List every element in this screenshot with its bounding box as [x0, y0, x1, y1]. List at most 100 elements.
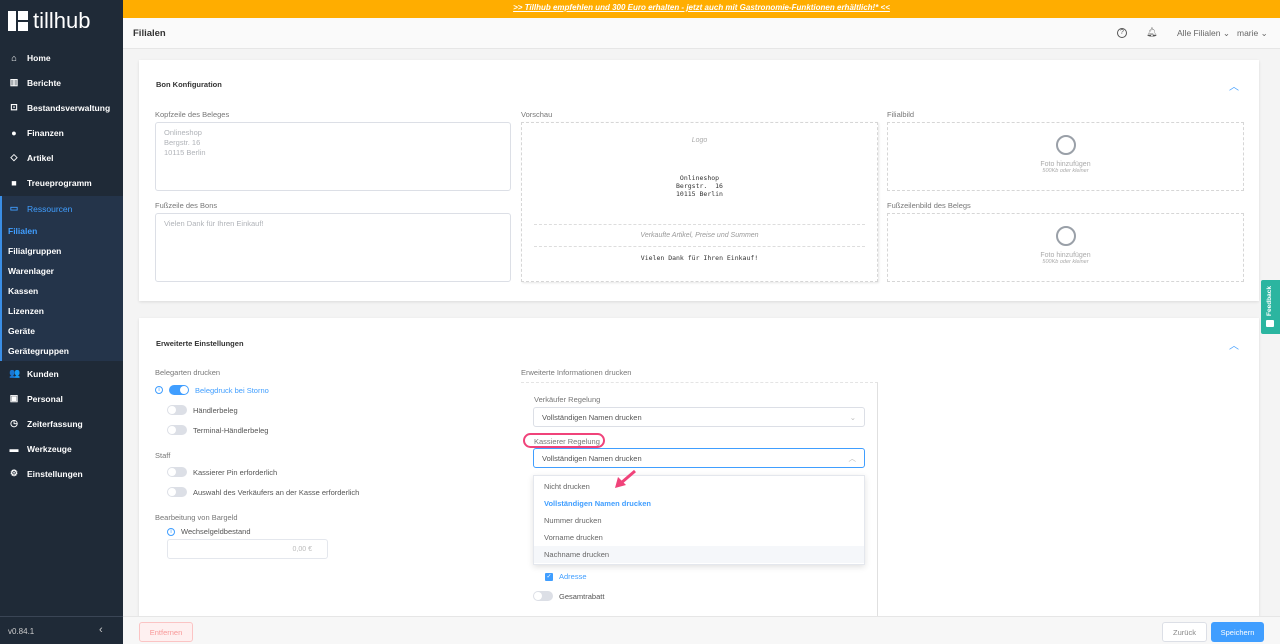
sidebar-item-label: Bestandsverwaltung — [27, 102, 111, 113]
sidebar-item-home[interactable]: ⌂ Home — [0, 45, 123, 70]
branch-select[interactable]: Alle Filialen ⌄ — [1177, 28, 1230, 39]
sidebar-item-label: Personal — [27, 393, 63, 404]
receipt-footer-textarea[interactable]: Vielen Dank für Ihren Einkauf! — [155, 213, 511, 282]
sidebar-subitem-lizenzen[interactable]: Lizenzen — [8, 306, 44, 316]
total-discount-toggle[interactable] — [533, 591, 553, 601]
header-line: Bergstr. 16 — [164, 138, 201, 147]
remove-button[interactable]: Entfernen — [139, 622, 193, 642]
preview-items: Verkaufte Artikel, Preise und Summen — [534, 224, 865, 239]
branch-image-upload[interactable]: Foto hinzufügen 500Kb oder kleiner — [887, 122, 1244, 191]
sidebar-item-label: Werkzeuge — [27, 443, 72, 454]
footer-image-label: Fußzeilenbild des Belegs — [887, 201, 971, 210]
seller-rule-value: Vollständigen Namen drucken — [542, 412, 642, 422]
users-icon: 👥 — [9, 368, 21, 378]
option-nicht-drucken[interactable]: Nicht drucken — [534, 478, 864, 495]
feedback-label: Feedback — [1266, 286, 1273, 316]
sidebar-subitem-geraetegruppen[interactable]: Gerätegruppen — [8, 346, 69, 356]
collapse-sidebar-chevron-icon[interactable]: ‹ — [99, 624, 103, 636]
gear-icon: ⚙ — [9, 468, 19, 478]
bell-icon[interactable]: 🔔︎ — [1146, 27, 1157, 38]
sidebar-item-ressourcen[interactable]: ▭ Ressourcen — [0, 196, 123, 221]
address-checkbox[interactable]: ✓ — [545, 572, 553, 581]
size-hint: 500Kb oder kleiner — [1042, 259, 1089, 265]
discount-row: Gesamtrabatt — [533, 591, 604, 601]
sidebar-item-werkzeuge[interactable]: ▬ Werkzeuge — [0, 436, 123, 461]
collapse-chevron-up-icon[interactable]: ︿ — [1229, 78, 1239, 93]
add-photo-label: Foto hinzufügen — [1040, 161, 1091, 168]
cashier-pin-toggle[interactable] — [167, 467, 187, 477]
merchant-receipt-toggle[interactable] — [167, 405, 187, 415]
piggy-bank-icon: ● — [11, 127, 17, 138]
feedback-tab[interactable]: Feedback — [1261, 280, 1280, 334]
footer-placeholder: Vielen Dank für Ihren Einkauf! — [164, 219, 264, 228]
toggle-label: Belegdruck bei Storno — [195, 385, 269, 395]
address-row: ✓ Adresse — [545, 572, 587, 581]
page-title: Filialen — [133, 28, 166, 39]
sidebar-item-label: Ressourcen — [27, 203, 73, 214]
terminal-merchant-receipt-toggle[interactable] — [167, 425, 187, 435]
sidebar-item-zeiterfassung[interactable]: ◷ Zeiterfassung — [0, 411, 123, 436]
folder-icon: ▬ — [9, 443, 19, 454]
receipt-types-label: Belegarten drucken — [155, 368, 221, 377]
toggle-label: Terminal-Händlerbeleg — [193, 425, 269, 435]
back-button[interactable]: Zurück — [1162, 622, 1207, 642]
sidebar-subitem-filialgruppen[interactable]: Filialgruppen — [8, 246, 61, 256]
receipt-header-textarea[interactable]: Onlineshop Bergstr. 16 10115 Berlin — [155, 122, 511, 191]
toggle-row: Kassierer Pin erforderlich — [167, 467, 277, 477]
sidebar-item-treueprogramm[interactable]: ■ Treueprogramm — [0, 170, 123, 195]
gift-icon: ■ — [11, 177, 17, 188]
sidebar-item-artikel[interactable]: ◇ Artikel — [0, 145, 123, 170]
sidebar-item-label: Zeiterfassung — [27, 418, 83, 429]
sidebar-subitem-filialen[interactable]: Filialen — [8, 226, 37, 236]
home-icon: ⌂ — [11, 52, 17, 63]
clock-icon: ◷ — [10, 418, 18, 428]
collapse-chevron-up-icon[interactable]: ︿ — [1229, 337, 1239, 352]
option-vollstaendigen-namen[interactable]: Vollständigen Namen drucken — [534, 495, 864, 512]
section-title: Bon Konfiguration — [156, 80, 222, 89]
seller-rule-select[interactable]: Vollständigen Namen drucken ⌄ — [533, 407, 865, 427]
sidebar-subitem-geraete[interactable]: Geräte — [8, 326, 35, 336]
cashier-rule-label: Kassierer Regelung — [534, 437, 600, 446]
preview-line: Bergstr. 16 — [676, 182, 723, 190]
info-icon[interactable]: i — [155, 386, 163, 394]
user-name: marie — [1237, 28, 1259, 38]
receipt-preview: Logo Onlineshop Bergstr. 16 10115 Berlin V… — [521, 122, 878, 282]
cashier-rule-select[interactable]: Vollständigen Namen drucken ︿ — [533, 448, 865, 468]
footer-image-upload[interactable]: Foto hinzufügen 500Kb oder kleiner — [887, 213, 1244, 282]
sidebar-item-einstellungen[interactable]: ⚙ Einstellungen — [0, 461, 123, 486]
advanced-settings-card: Erweiterte Einstellungen ︿ Belegarten dr… — [139, 318, 1259, 622]
sidebar-item-label: Finanzen — [27, 127, 64, 138]
sidebar-item-finanzen[interactable]: ● Finanzen — [0, 120, 123, 145]
monitor-icon: ▭ — [9, 203, 19, 213]
discount-label: Gesamtrabatt — [559, 591, 605, 601]
id-card-icon: ▣ — [9, 393, 19, 403]
help-icon[interactable]: ? — [1117, 28, 1127, 38]
option-nummer[interactable]: Nummer drucken — [534, 512, 864, 529]
chart-icon: ▥ — [9, 77, 19, 87]
option-vorname[interactable]: Vorname drucken — [534, 529, 864, 546]
cash-label: Bearbeitung von Bargeld — [155, 513, 238, 522]
sidebar-item-bestandsverwaltung[interactable]: ⊡ Bestandsverwaltung — [0, 95, 123, 120]
sidebar-item-personal[interactable]: ▣ Personal — [0, 386, 123, 411]
save-button[interactable]: Speichern — [1211, 622, 1264, 642]
sidebar-item-label: Treueprogramm — [27, 177, 92, 188]
promo-banner-link[interactable]: >> Tillhub empfehlen und 300 Euro erhalt… — [123, 0, 1280, 18]
address-label: Adresse — [559, 572, 587, 581]
feedback-icon — [1266, 320, 1274, 327]
staff-label: Staff — [155, 451, 171, 460]
sidebar-subitem-warenlager[interactable]: Warenlager — [8, 266, 54, 276]
sidebar-subitem-kassen[interactable]: Kassen — [8, 286, 38, 296]
chevron-down-icon: ⌄ — [849, 412, 856, 422]
option-nachname[interactable]: Nachname drucken — [534, 546, 864, 563]
user-menu[interactable]: marie ⌄ — [1237, 28, 1268, 39]
seller-selection-toggle[interactable] — [167, 487, 187, 497]
sidebar-item-kunden[interactable]: 👥 Kunden — [0, 361, 123, 386]
header-label: Kopfzeile des Beleges — [155, 110, 230, 119]
branch-select-value: Alle Filialen — [1177, 28, 1221, 38]
footer-bar: Entfernen Zurück Speichern — [123, 616, 1280, 644]
logo[interactable]: tillhub — [8, 8, 90, 34]
storno-print-toggle[interactable] — [169, 385, 189, 395]
info-icon[interactable]: i — [167, 527, 175, 536]
sidebar-item-berichte[interactable]: ▥ Berichte — [0, 70, 123, 95]
change-float-input[interactable]: 0,00 € — [167, 539, 328, 559]
